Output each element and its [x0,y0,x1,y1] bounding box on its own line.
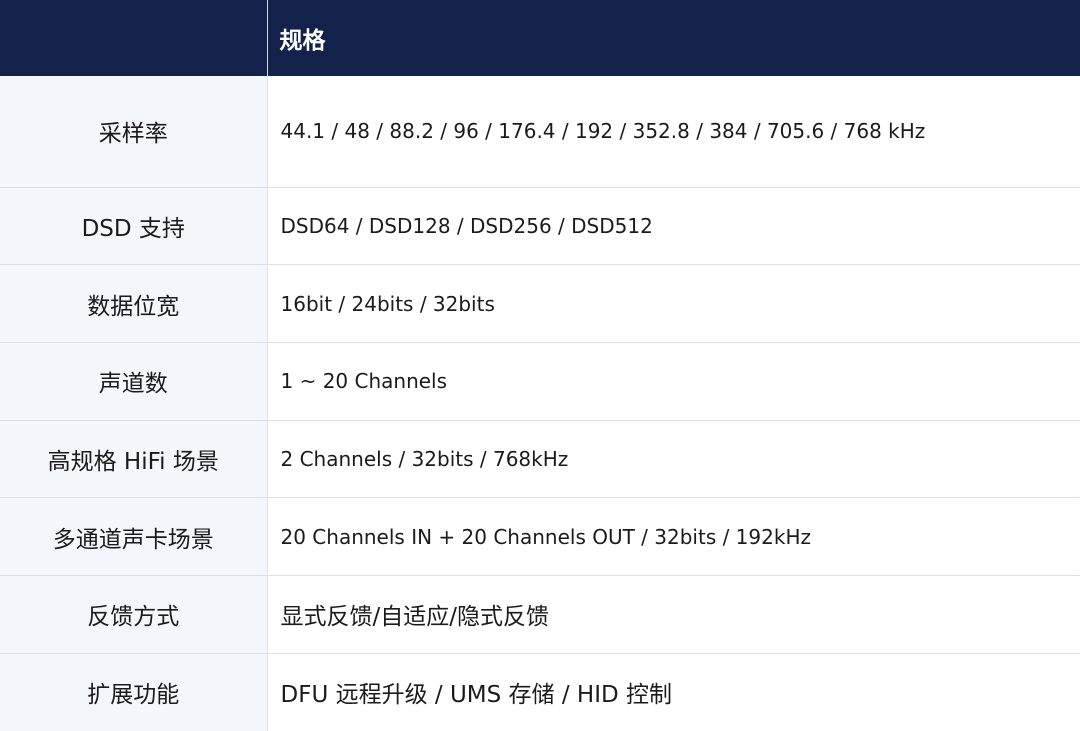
table-row: 采样率 44.1 / 48 / 88.2 / 96 / 176.4 / 192 … [0,76,1080,188]
row-label-hifi-scenario: 高规格 HiFi 场景 [0,420,268,499]
row-label-bit-depth: 数据位宽 [0,264,268,344]
row-value-extended-features: DFU 远程升级 / UMS 存储 / HID 控制 [267,653,1080,731]
row-label-extended-features: 扩展功能 [0,653,268,731]
spec-table: 规格 采样率 44.1 / 48 / 88.2 / 96 / 176.4 / 1… [0,0,1080,731]
row-label-feedback-mode: 反馈方式 [0,575,268,654]
row-label-channels: 声道数 [0,342,268,421]
table-row: 高规格 HiFi 场景 2 Channels / 32bits / 768kHz [0,420,1080,499]
header-blank-cell [0,0,268,76]
row-value-multichannel-scenario: 20 Channels IN + 20 Channels OUT / 32bit… [267,497,1080,577]
table-row: DSD 支持 DSD64 / DSD128 / DSD256 / DSD512 [0,187,1080,266]
row-value-hifi-scenario: 2 Channels / 32bits / 768kHz [267,420,1080,499]
row-value-dsd-support: DSD64 / DSD128 / DSD256 / DSD512 [267,187,1080,266]
row-value-sample-rate: 44.1 / 48 / 88.2 / 96 / 176.4 / 192 / 35… [267,76,1080,188]
table-row: 数据位宽 16bit / 24bits / 32bits [0,264,1080,344]
row-value-channels: 1 ~ 20 Channels [267,342,1080,421]
row-value-feedback-mode: 显式反馈/自适应/隐式反馈 [267,575,1080,654]
row-label-dsd-support: DSD 支持 [0,187,268,266]
table-row: 反馈方式 显式反馈/自适应/隐式反馈 [0,575,1080,654]
row-value-bit-depth: 16bit / 24bits / 32bits [267,264,1080,344]
table-row: 声道数 1 ~ 20 Channels [0,342,1080,421]
table-header-row: 规格 [0,0,1080,76]
row-label-sample-rate: 采样率 [0,76,268,188]
row-label-multichannel-scenario: 多通道声卡场景 [0,497,268,577]
table-row: 扩展功能 DFU 远程升级 / UMS 存储 / HID 控制 [0,653,1080,731]
table-row: 多通道声卡场景 20 Channels IN + 20 Channels OUT… [0,497,1080,577]
header-spec-cell: 规格 [267,0,1080,76]
